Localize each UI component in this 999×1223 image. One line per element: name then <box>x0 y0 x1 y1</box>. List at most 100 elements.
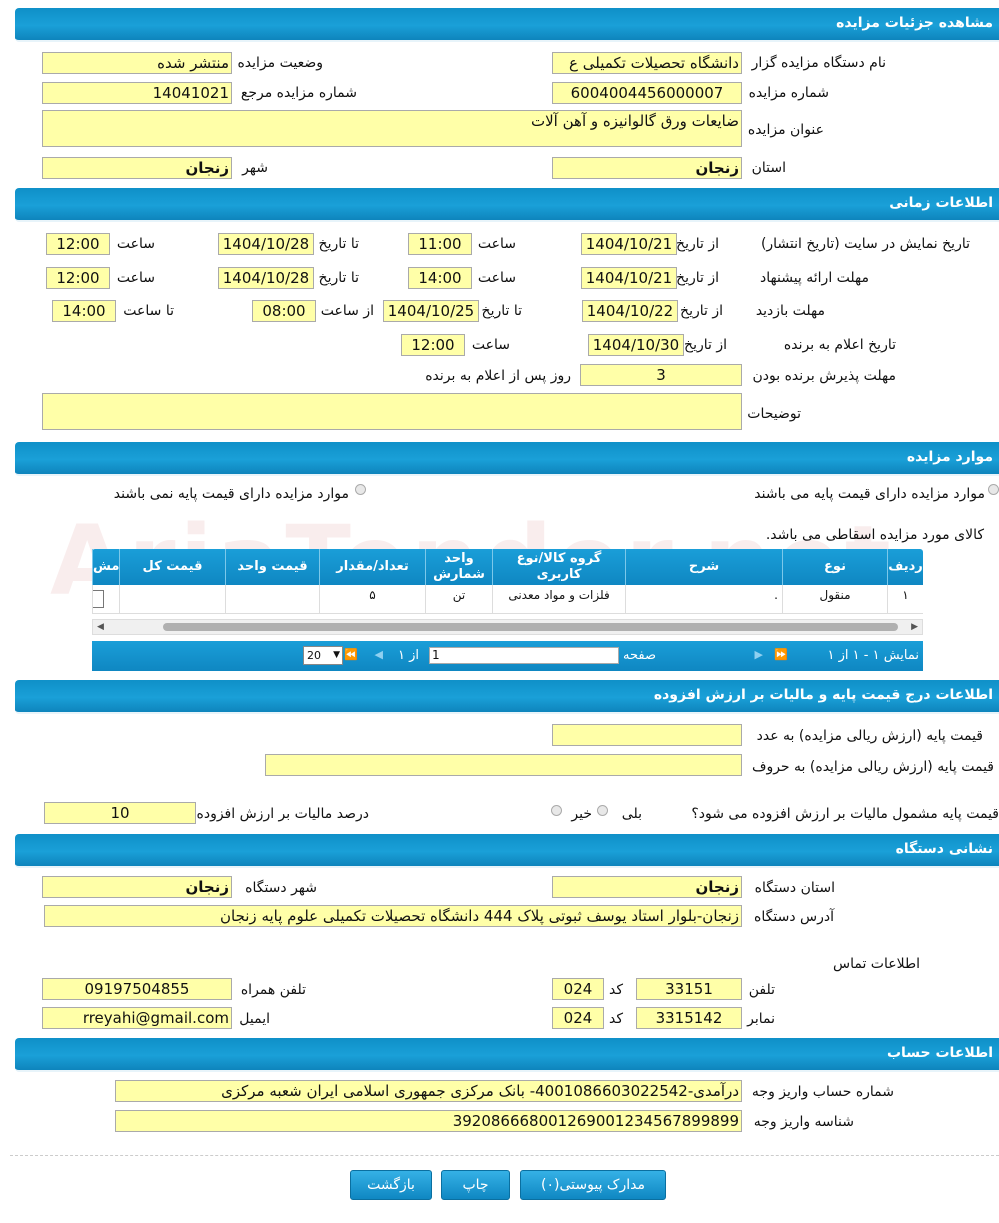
status-field[interactable]: منتشر شده <box>42 52 232 74</box>
grid-horizontal-scrollbar[interactable]: ◀ ▶ <box>92 619 923 635</box>
attachments-button[interactable]: مدارک پیوستی(۰) <box>520 1170 666 1200</box>
col-type: نوع <box>782 549 887 585</box>
radio-with-base-price[interactable] <box>988 484 999 495</box>
col-total-price: قیمت کل <box>119 549 225 585</box>
winner-hour-label: ساعت <box>471 337 510 353</box>
offer-from-date[interactable]: 1404/10/21 <box>581 267 677 289</box>
phone-code-field[interactable]: 024 <box>552 978 604 1000</box>
account-number-field[interactable]: درآمدی-4001086603022542- بانک مرکزی جمهو… <box>115 1080 742 1102</box>
page-size-select[interactable]: 20 ▼ <box>303 646 343 665</box>
visit-to-hour-label: تا ساعت <box>123 303 174 319</box>
pager-of-label: از ۱ <box>397 648 419 663</box>
cell-group: فلزات و مواد معدنی <box>492 585 625 613</box>
vat-percent-field[interactable]: 10 <box>44 802 196 824</box>
city-label: شهر <box>242 160 268 176</box>
days-after-label: روز پس از اعلام به برنده <box>425 368 571 384</box>
vat-question-label: قیمت پایه مشمول مالیات بر ارزش افزوده می… <box>691 806 999 822</box>
ref-number-label: شماره مزایده مرجع <box>240 85 357 101</box>
visit-from-date[interactable]: 1404/10/22 <box>582 300 678 322</box>
scroll-left-arrow-icon[interactable]: ◀ <box>97 622 104 632</box>
accept-days-field[interactable]: 3 <box>580 364 742 386</box>
pager-first-icon[interactable]: ⏩ <box>774 648 788 661</box>
phone-field[interactable]: 33151 <box>636 978 742 1000</box>
city-field[interactable]: زنجان <box>42 157 232 179</box>
col-group: گروه کالا/نوع کاربری <box>492 549 625 585</box>
ref-number-field[interactable]: 14041021 <box>42 82 232 104</box>
print-button[interactable]: چاپ <box>441 1170 510 1200</box>
winner-time[interactable]: 12:00 <box>401 334 465 356</box>
number-label: شماره مزایده <box>748 85 829 101</box>
section-header-account: اطلاعات حساب <box>15 1038 999 1072</box>
org-field[interactable]: دانشگاه تحصیلات تکمیلی ع <box>552 52 742 74</box>
visit-from-time[interactable]: 08:00 <box>252 300 316 322</box>
fax-field[interactable]: 3315142 <box>636 1007 742 1029</box>
section-header-details: مشاهده جزئیات مزایده <box>15 8 999 42</box>
payment-id-field[interactable]: 392086668001269001234567899899 <box>115 1110 742 1132</box>
display-from-hour-label: ساعت <box>477 236 516 252</box>
col-unit-price: قیمت واحد <box>225 549 319 585</box>
vat-no-radio[interactable] <box>551 805 562 816</box>
col-extra: مش <box>92 549 119 585</box>
radio-without-base-price[interactable] <box>355 484 366 495</box>
vat-yes-label: بلی <box>621 806 642 822</box>
number-field[interactable]: 6004004456000007 <box>552 82 742 104</box>
display-from-time[interactable]: 11:00 <box>408 233 472 255</box>
scroll-right-arrow-icon[interactable]: ▶ <box>911 622 918 632</box>
offer-to-time[interactable]: 12:00 <box>46 267 110 289</box>
radio-without-base-price-label: موارد مزایده دارای قیمت پایه نمی باشند <box>113 486 349 502</box>
email-label: ایمیل <box>239 1011 270 1027</box>
display-from-date[interactable]: 1404/10/21 <box>581 233 677 255</box>
org-label: نام دستگاه مزایده گزار <box>751 55 886 71</box>
province-field[interactable]: زنجان <box>552 157 742 179</box>
org-city-label: شهر دستگاه <box>245 880 317 896</box>
mobile-label: تلفن همراه <box>240 982 306 998</box>
footer-divider <box>10 1155 999 1156</box>
cell-type: منقول <box>782 585 887 613</box>
title-field[interactable]: ضایعات ورق گالوانیزه و آهن آلات <box>42 110 742 147</box>
offer-from-hour-label: ساعت <box>477 270 516 286</box>
section-header-address: نشانی دستگاه <box>15 834 999 868</box>
pager-page-input[interactable]: 1 <box>429 647 619 664</box>
base-price-text-field[interactable] <box>265 754 742 776</box>
col-unit: واحد شمارش <box>425 549 492 585</box>
section-header-price: اطلاعات درج قیمت پایه و مالیات بر ارزش ا… <box>15 680 999 714</box>
fax-code-field[interactable]: 024 <box>552 1007 604 1029</box>
email-field[interactable]: rreyahi@gmail.com <box>42 1007 232 1029</box>
display-date-label: تاریخ نمایش در سایت (تاریخ انتشار) <box>760 236 970 252</box>
col-quantity: تعداد/مقدار <box>319 549 425 585</box>
description-field[interactable] <box>42 393 742 430</box>
org-city-field[interactable]: زنجان <box>42 876 232 898</box>
winner-date[interactable]: 1404/10/30 <box>588 334 684 356</box>
org-province-field[interactable]: زنجان <box>552 876 742 898</box>
vat-yes-radio[interactable] <box>597 805 608 816</box>
section-header-items: موارد مزایده <box>15 442 999 476</box>
cell-quantity: ۵ <box>319 585 425 613</box>
table-row[interactable]: ۱ منقول . فلزات و مواد معدنی تن ۵ <box>92 585 923 614</box>
visit-to-time[interactable]: 14:00 <box>52 300 116 322</box>
title-label: عنوان مزایده <box>747 122 824 138</box>
visit-from-hour-label: از ساعت <box>320 303 374 319</box>
display-to-time[interactable]: 12:00 <box>46 233 110 255</box>
mobile-field[interactable]: 09197504855 <box>42 978 232 1000</box>
offer-to-date[interactable]: 1404/10/28 <box>218 267 314 289</box>
vat-percent-label: درصد مالیات بر ارزش افزوده <box>196 806 370 822</box>
offer-from-time[interactable]: 14:00 <box>408 267 472 289</box>
org-province-label: استان دستگاه <box>754 880 835 896</box>
visit-from-label: از تاریخ <box>680 303 723 319</box>
cell-extra[interactable] <box>92 585 119 613</box>
back-button[interactable]: بازگشت <box>350 1170 432 1200</box>
radio-with-base-price-label: موارد مزایده دارای قیمت پایه می باشند <box>754 486 985 502</box>
base-price-number-field[interactable] <box>552 724 742 746</box>
cell-description: . <box>625 585 782 613</box>
display-to-date[interactable]: 1404/10/28 <box>218 233 314 255</box>
account-number-label: شماره حساب واریز وجه <box>751 1084 894 1100</box>
pager-next-icon[interactable]: ◀ <box>375 648 383 661</box>
grid-pager: نمایش ۱ - ۱ از ۱ ⏩ ▶ صفحه 1 از ۱ ◀ ⏪ 20 ▼ <box>92 641 923 671</box>
pager-last-icon[interactable]: ⏪ <box>344 648 358 661</box>
scrollbar-thumb[interactable] <box>163 623 898 631</box>
display-to-hour-label: ساعت <box>116 236 155 252</box>
org-address-field[interactable]: زنجان-بلوار استاد یوسف ثبوتی پلاک 444 دا… <box>44 905 742 927</box>
pager-prev-icon[interactable]: ▶ <box>755 648 763 661</box>
visit-to-date[interactable]: 1404/10/25 <box>383 300 479 322</box>
base-price-number-label: قیمت پایه (ارزش ریالی مزایده) به عدد <box>756 728 983 744</box>
